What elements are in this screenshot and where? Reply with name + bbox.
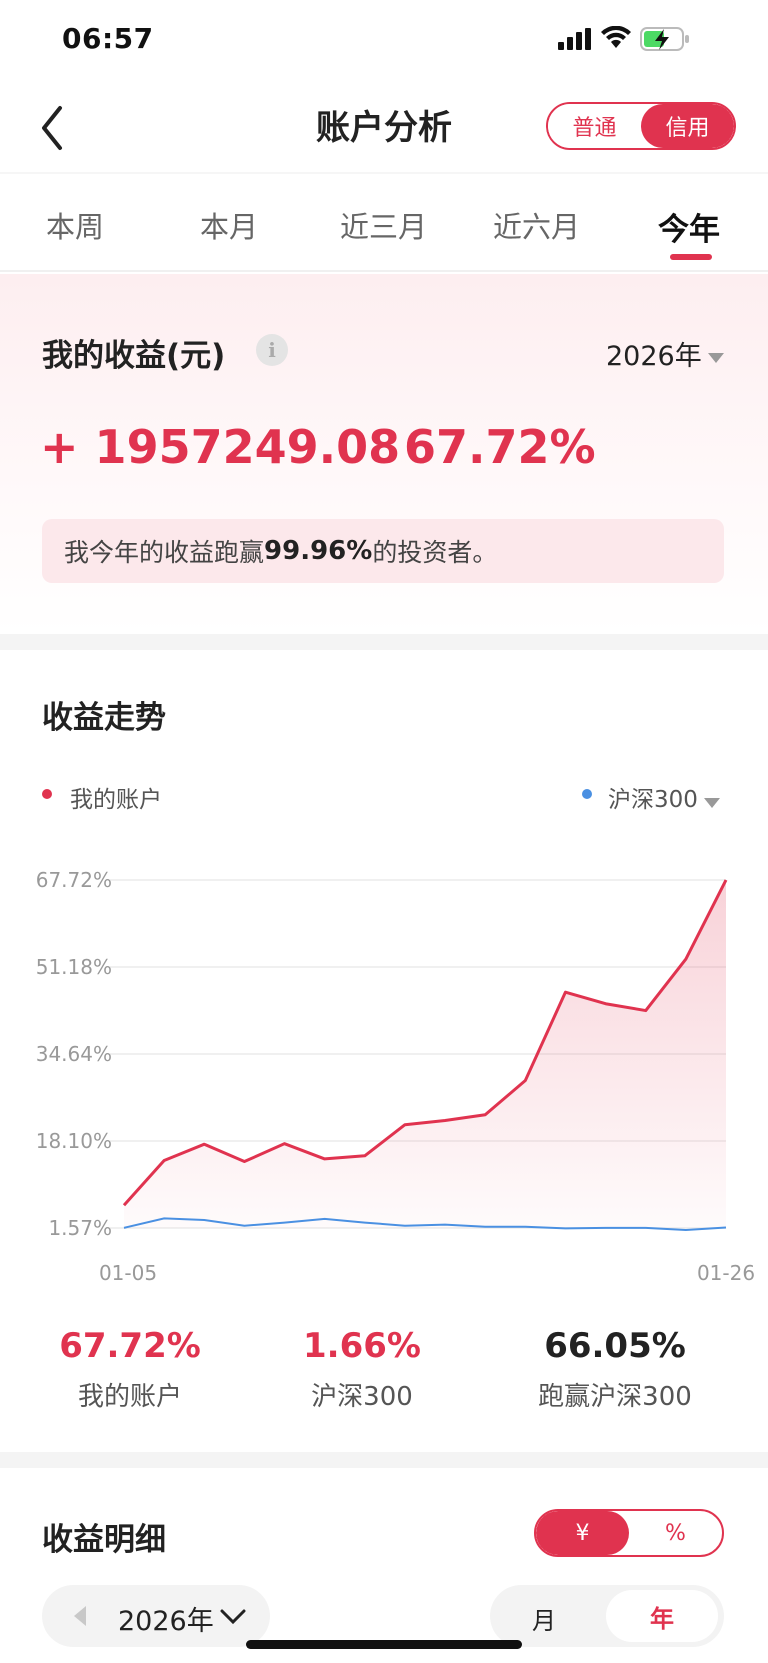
stat-label-excess: 跑赢沪深300: [538, 1382, 692, 1412]
trend-chart: 67.72% 51.18% 34.64% 18.10% 1.57% 01-05 01-2…: [36, 868, 755, 1285]
prev-year-icon[interactable]: [72, 1605, 88, 1627]
wifi-icon: [601, 26, 631, 48]
detail-year-picker: 2026年: [42, 1585, 270, 1647]
caret-down-icon: [703, 797, 720, 808]
trend-title: 收益走势: [42, 700, 166, 736]
unit-switch: ¥ %: [534, 1509, 724, 1557]
income-rate: 67.72%: [404, 420, 596, 474]
legend-dot-index: [582, 789, 592, 799]
tab-3-months[interactable]: 近三月: [340, 204, 427, 246]
account-type-credit[interactable]: 信用: [641, 104, 734, 148]
legend-index: 沪深300: [608, 787, 698, 813]
legend-dot-mine: [42, 789, 52, 799]
cellular-signal-icon: [558, 28, 591, 50]
section-divider: [0, 634, 768, 650]
active-tab-indicator: [670, 254, 712, 260]
beat-suffix: 的投资者。: [372, 538, 498, 567]
beat-prefix: 我今年的收益跑赢: [64, 538, 265, 567]
income-year-select[interactable]: 2026年: [606, 334, 724, 373]
beat-value: 99.96%: [264, 536, 373, 566]
stat-value-index: 1.66%: [303, 1326, 421, 1366]
home-indicator[interactable]: [246, 1640, 522, 1649]
period-year[interactable]: 年: [606, 1590, 718, 1642]
chevron-down-icon[interactable]: [220, 1609, 246, 1625]
period-month[interactable]: 月: [532, 1601, 556, 1636]
income-title: 我的收益(元): [42, 338, 226, 374]
detail-period-toggle: 月 年: [490, 1585, 724, 1647]
income-amount: + 1957249.08: [40, 420, 401, 474]
index-select[interactable]: 沪深300: [608, 780, 720, 814]
x-tick-end: 01-26: [697, 1261, 755, 1285]
income-year-label: 2026年: [606, 341, 702, 372]
tab-6-months[interactable]: 近六月: [493, 204, 580, 246]
period-tabs: 本周 本月 近三月 近六月 今年: [0, 172, 768, 272]
caret-down-icon: [707, 352, 724, 363]
unit-yuan[interactable]: ¥: [536, 1511, 629, 1555]
detail-year-label[interactable]: 2026年: [118, 1599, 214, 1638]
account-type-normal[interactable]: 普通: [548, 104, 641, 148]
x-tick-start: 01-05: [99, 1261, 157, 1285]
tab-this-year[interactable]: 今年: [658, 204, 720, 249]
y-tick-label: 34.64%: [36, 1042, 112, 1066]
unit-percent[interactable]: %: [629, 1511, 722, 1555]
y-tick-label: 51.18%: [36, 955, 112, 979]
legend-mine: 我的账户: [70, 787, 162, 813]
tab-week[interactable]: 本周: [46, 204, 104, 246]
beat-investors-banner: 我今年的收益跑赢 99.96% 的投资者。: [42, 519, 724, 583]
stat-label-mine: 我的账户: [77, 1382, 182, 1412]
section-divider: [0, 1452, 768, 1468]
y-tick-label: 1.57%: [48, 1216, 112, 1240]
status-time: 06:57: [62, 22, 154, 55]
info-icon[interactable]: i: [256, 334, 288, 366]
tab-month[interactable]: 本月: [200, 204, 258, 246]
stat-value-excess: 66.05%: [544, 1326, 686, 1366]
y-tick-label: 67.72%: [36, 868, 112, 892]
stat-label-index: 沪深300: [311, 1382, 413, 1412]
detail-title: 收益明细: [42, 1522, 166, 1558]
stat-value-mine: 67.72%: [59, 1326, 201, 1366]
battery-icon: [640, 27, 689, 51]
y-tick-label: 18.10%: [36, 1129, 112, 1153]
account-type-switch: 普通 信用: [546, 102, 736, 150]
